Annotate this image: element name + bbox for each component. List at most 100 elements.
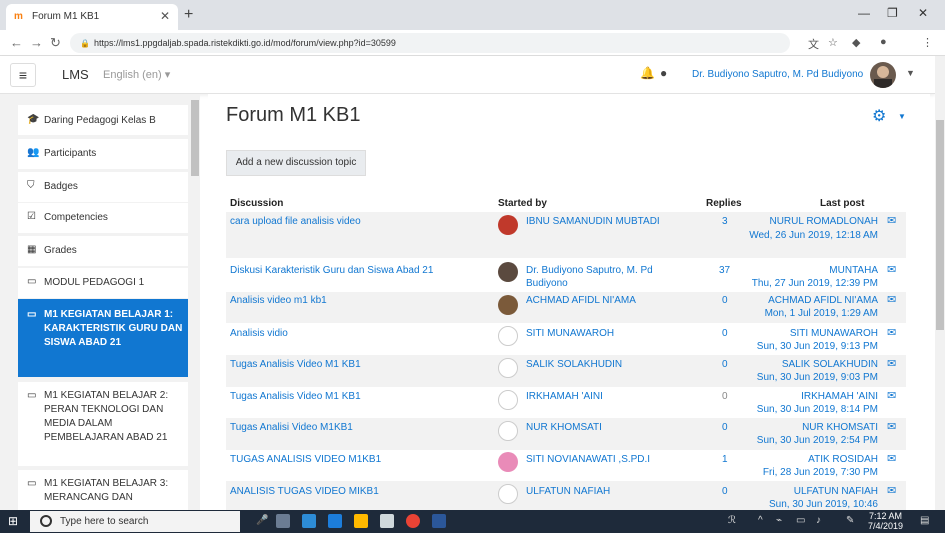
mail-icon[interactable] xyxy=(380,514,394,528)
drawer-item-participants[interactable]: 👥 Participants xyxy=(18,139,188,169)
forward-icon[interactable]: → xyxy=(30,35,43,50)
page-scrollbar-thumb[interactable] xyxy=(936,120,944,330)
started-by-link[interactable]: SITI MUNAWAROH xyxy=(526,327,614,340)
subscribe-toggle-icon[interactable]: ✉ xyxy=(887,484,896,497)
drawer-toggle-button[interactable]: ≡ xyxy=(10,63,36,87)
discussion-link[interactable]: Tugas Analisis Video M1 KB1 xyxy=(230,358,361,371)
last-post-date[interactable]: Fri, 28 Jun 2019, 7:30 PM xyxy=(740,466,878,479)
drawer-item-kb2[interactable]: ▭ M1 KEGIATAN BELAJAR 2: PERAN TEKNOLOGI… xyxy=(18,382,188,466)
volume-icon[interactable]: ♪ xyxy=(816,515,821,526)
maximize-button[interactable]: ❐ xyxy=(887,6,898,20)
task-view-icon[interactable] xyxy=(276,514,290,528)
subscribe-toggle-icon[interactable]: ✉ xyxy=(887,452,896,465)
started-by-link[interactable]: Dr. Budiyono Saputro, M. Pd Budiyono xyxy=(526,264,666,290)
started-by-link[interactable]: SALIK SOLAKHUDIN xyxy=(526,358,622,371)
discussion-link[interactable]: Tugas Analisi Video M1KB1 xyxy=(230,421,353,434)
drawer-item-badges[interactable]: ⛉ Badges xyxy=(18,172,188,202)
drawer-item-course[interactable]: 🎓 Daring Pedagogi Kelas B xyxy=(18,105,188,135)
extension-icon[interactable]: ◆ xyxy=(852,36,860,49)
battery-icon[interactable]: ▭ xyxy=(796,515,805,526)
replies-count[interactable]: 0 xyxy=(722,485,728,498)
minimize-button[interactable]: — xyxy=(858,6,870,20)
last-post-user[interactable]: ULFATUN NAFIAH xyxy=(740,485,878,498)
taskbar-search-input[interactable]: Type here to search xyxy=(30,511,240,532)
last-post-user[interactable]: MUNTAHA xyxy=(740,264,878,277)
photos-app-icon[interactable] xyxy=(302,514,316,528)
pen-icon[interactable]: ✎ xyxy=(846,515,854,526)
last-post-user[interactable]: NUR KHOMSATI xyxy=(740,421,878,434)
people-icon[interactable]: ℛ xyxy=(728,515,736,526)
gear-icon[interactable]: ⚙ xyxy=(872,106,886,126)
last-post-user[interactable]: ATIK ROSIDAH xyxy=(740,453,878,466)
close-window-button[interactable]: ✕ xyxy=(918,6,928,20)
last-post-date[interactable]: Wed, 26 Jun 2019, 12:18 AM xyxy=(740,229,878,242)
discussion-link[interactable]: Tugas Analisis Video M1 KB1 xyxy=(230,390,361,403)
discussion-link[interactable]: Analisis vidio xyxy=(230,327,288,340)
notification-bell-icon[interactable]: 🔔 xyxy=(640,66,655,80)
replies-count[interactable]: 0 xyxy=(722,421,728,434)
started-by-link[interactable]: IBNU SAMANUDIN MUBTADI xyxy=(526,215,696,228)
replies-count[interactable]: 0 xyxy=(722,294,728,307)
started-by-link[interactable]: SITI NOVIANAWATI ,S.PD.I xyxy=(526,453,650,466)
chevron-down-icon[interactable]: ▼ xyxy=(898,112,906,121)
notifications-icon[interactable]: ▤ xyxy=(920,515,929,526)
chrome-icon[interactable] xyxy=(406,514,420,528)
replies-count[interactable]: 1 xyxy=(722,453,728,466)
user-name[interactable]: Dr. Budiyono Saputro, M. Pd Budiyono xyxy=(692,69,863,80)
discussion-link[interactable]: ANALISIS TUGAS VIDEO MIKB1 xyxy=(230,485,379,498)
subscribe-toggle-icon[interactable]: ✉ xyxy=(887,420,896,433)
network-icon[interactable]: ⌁ xyxy=(776,515,782,526)
last-post-user[interactable]: NURUL ROMADLONAH xyxy=(740,215,878,228)
replies-count[interactable]: 0 xyxy=(722,358,728,371)
last-post-user[interactable]: SALIK SOLAKHUDIN xyxy=(740,358,878,371)
last-post-user[interactable]: IRKHAMAH 'AINI xyxy=(740,390,878,403)
browser-tab[interactable]: m Forum M1 KB1 ✕ xyxy=(6,4,178,30)
drawer-item-kb3[interactable]: ▭ M1 KEGIATAN BELAJAR 3: MERANCANG DAN xyxy=(18,470,188,510)
discussion-link[interactable]: Analisis video m1 kb1 xyxy=(230,294,327,307)
store-icon[interactable] xyxy=(354,514,368,528)
drawer-scrollbar-thumb[interactable] xyxy=(191,100,199,176)
discussion-link[interactable]: cara upload file analisis video xyxy=(230,215,361,228)
drawer-item-modul-pedagogi[interactable]: ▭ MODUL PEDAGOGI 1 xyxy=(18,268,188,298)
word-icon[interactable] xyxy=(432,514,446,528)
subscribe-toggle-icon[interactable]: ✉ xyxy=(887,357,896,370)
drawer-item-competencies[interactable]: ☑ Competencies xyxy=(18,203,188,233)
discussion-link[interactable]: Diskusi Karakteristik Guru dan Siswa Aba… xyxy=(230,264,433,277)
user-avatar[interactable] xyxy=(870,62,896,88)
user-menu-caret-icon[interactable]: ▼ xyxy=(906,68,915,78)
last-post-date[interactable]: Sun, 30 Jun 2019, 9:13 PM xyxy=(740,340,878,353)
replies-count[interactable]: 37 xyxy=(719,264,730,277)
drawer-item-grades[interactable]: ▦ Grades xyxy=(18,236,188,266)
last-post-date[interactable]: Sun, 30 Jun 2019, 2:54 PM xyxy=(740,434,878,447)
started-by-link[interactable]: IRKHAMAH 'AINI xyxy=(526,390,603,403)
last-post-date[interactable]: Sun, 30 Jun 2019, 8:14 PM xyxy=(740,403,878,416)
replies-count[interactable]: 3 xyxy=(722,215,728,228)
bookmark-star-icon[interactable]: ☆ xyxy=(828,36,838,49)
translate-icon[interactable]: 文 xyxy=(808,36,819,52)
mic-icon[interactable]: 🎤 xyxy=(256,515,268,526)
subscribe-toggle-icon[interactable]: ✉ xyxy=(887,214,896,227)
reload-icon[interactable]: ↻ xyxy=(50,35,61,51)
windows-start-icon[interactable]: ⊞ xyxy=(8,514,18,528)
started-by-link[interactable]: NUR KHOMSATI xyxy=(526,421,602,434)
subscribe-toggle-icon[interactable]: ✉ xyxy=(887,389,896,402)
started-by-link[interactable]: ACHMAD AFIDL NI'AMA xyxy=(526,294,636,307)
last-post-date[interactable]: Mon, 1 Jul 2019, 1:29 AM xyxy=(740,307,878,320)
back-icon[interactable]: ← xyxy=(10,35,23,50)
started-by-link[interactable]: ULFATUN NAFIAH xyxy=(526,485,610,498)
taskbar-clock[interactable]: 7:12 AM 7/4/2019 xyxy=(868,511,903,531)
subscribe-toggle-icon[interactable]: ✉ xyxy=(887,293,896,306)
drawer-item-kb1-active[interactable]: ▭ M1 KEGIATAN BELAJAR 1: KARAKTERISTIK G… xyxy=(18,299,188,377)
replies-count[interactable]: 0 xyxy=(722,327,728,340)
add-discussion-button[interactable]: Add a new discussion topic xyxy=(226,150,366,176)
subscribe-toggle-icon[interactable]: ✉ xyxy=(887,263,896,276)
last-post-date[interactable]: Sun, 30 Jun 2019, 9:03 PM xyxy=(740,371,878,384)
subscribe-toggle-icon[interactable]: ✉ xyxy=(887,326,896,339)
last-post-date[interactable]: Thu, 27 Jun 2019, 12:39 PM xyxy=(740,277,878,290)
discussion-link[interactable]: TUGAS ANALISIS VIDEO M1KB1 xyxy=(230,453,381,466)
messages-icon[interactable]: ● xyxy=(660,66,667,80)
menu-dots-icon[interactable]: ⋮ xyxy=(922,36,933,49)
site-brand[interactable]: LMS xyxy=(62,67,89,82)
edge-browser-icon[interactable] xyxy=(328,514,342,528)
last-post-user[interactable]: ACHMAD AFIDL NI'AMA xyxy=(740,294,878,307)
